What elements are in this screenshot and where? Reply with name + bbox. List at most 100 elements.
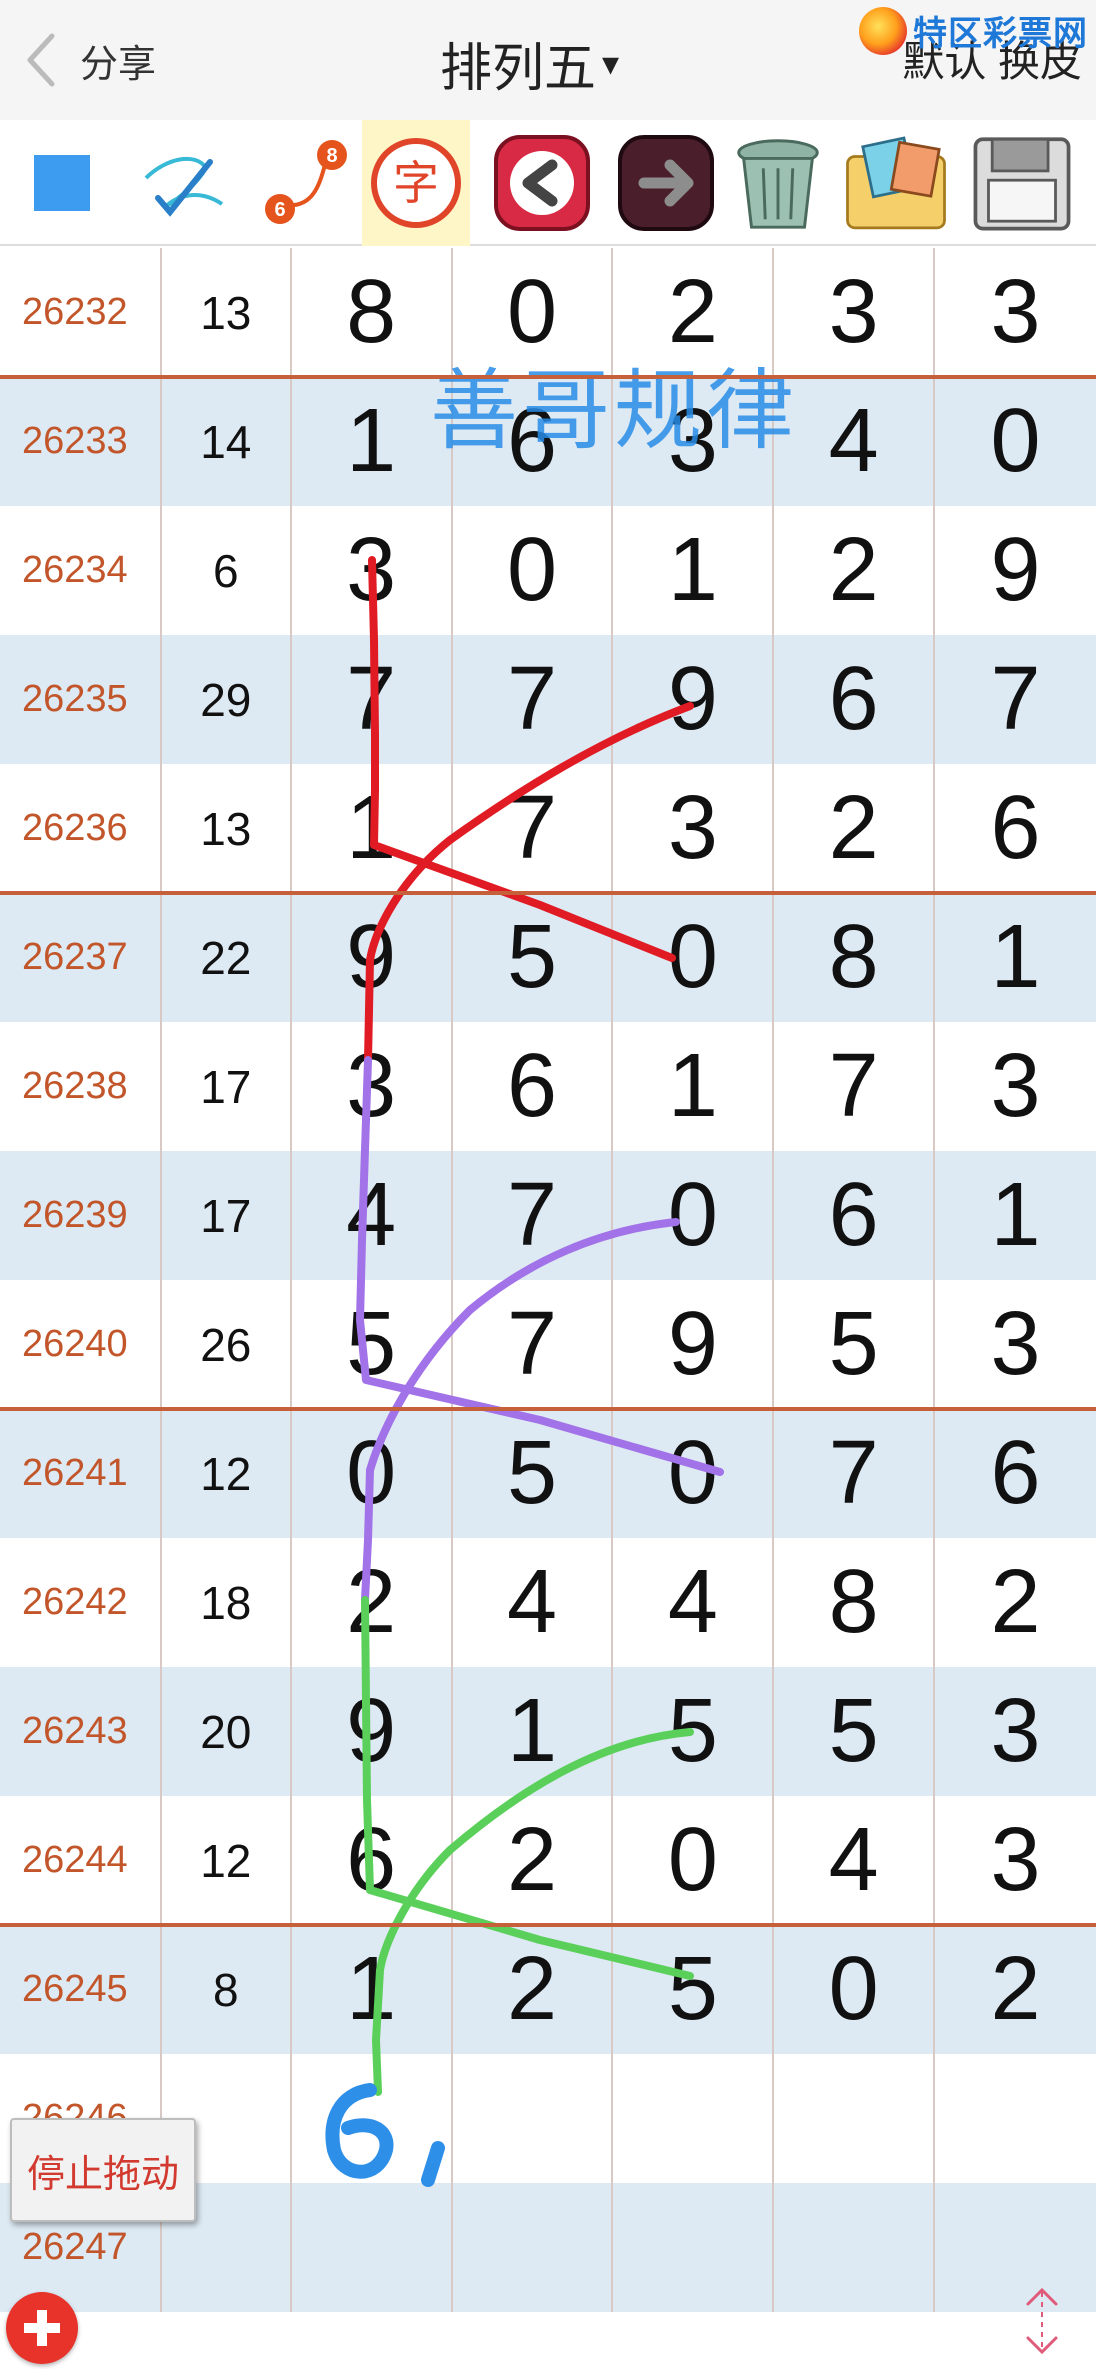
digit-cell[interactable]: 4 — [453, 1538, 614, 1667]
digit-cell[interactable]: 1 — [935, 893, 1096, 1022]
digit-cell[interactable]: 4 — [292, 1151, 453, 1280]
digit-cell[interactable] — [935, 2054, 1096, 2183]
digit-cell[interactable]: 5 — [774, 1667, 936, 1796]
digit-cell[interactable]: 3 — [292, 506, 453, 635]
digit-cell[interactable]: 9 — [613, 1280, 775, 1409]
digit-cell[interactable] — [774, 2054, 936, 2183]
stop-drag-button[interactable]: 停止拖动 — [10, 2118, 196, 2222]
digit-cell[interactable]: 1 — [613, 1022, 775, 1151]
digit-cell[interactable]: 5 — [613, 1925, 775, 2054]
digit-cell[interactable]: 7 — [292, 635, 453, 764]
digit-cell[interactable]: 2 — [774, 764, 936, 893]
digit-cell[interactable]: 5 — [292, 1280, 453, 1409]
digit-cell[interactable]: 9 — [292, 893, 453, 1022]
digit-cell[interactable]: 7 — [453, 1151, 614, 1280]
digit-cell[interactable]: 6 — [935, 764, 1096, 893]
sum-cell: 17 — [162, 1151, 292, 1280]
digit-cell[interactable]: 1 — [292, 1925, 453, 2054]
digit-cell[interactable]: 0 — [613, 1409, 775, 1538]
digit-cell[interactable] — [292, 2183, 453, 2312]
digit-cell[interactable]: 8 — [292, 248, 453, 377]
digit-cell[interactable]: 7 — [774, 1022, 936, 1151]
digit-cell[interactable]: 7 — [774, 1409, 936, 1538]
digit-cell[interactable]: 0 — [453, 506, 614, 635]
digit-cell[interactable]: 4 — [774, 377, 936, 506]
digit-cell[interactable] — [613, 2054, 775, 2183]
digit-cell[interactable]: 6 — [935, 1409, 1096, 1538]
digit-cell[interactable]: 2 — [774, 506, 936, 635]
clear-button[interactable] — [724, 120, 832, 246]
digit-cell[interactable]: 2 — [935, 1925, 1096, 2054]
digit-cell[interactable]: 6 — [453, 1022, 614, 1151]
digit-cell[interactable]: 5 — [613, 1667, 775, 1796]
digit-cell[interactable]: 5 — [453, 893, 614, 1022]
digit-cell[interactable]: 2 — [935, 1538, 1096, 1667]
add-button[interactable] — [6, 2292, 78, 2364]
digit-cell[interactable]: 5 — [453, 1409, 614, 1538]
digit-cell[interactable]: 6 — [774, 635, 936, 764]
digit-cell[interactable]: 3 — [613, 764, 775, 893]
digit-cell[interactable]: 0 — [453, 248, 614, 377]
digit-cell[interactable] — [453, 2054, 614, 2183]
undo-arrow-icon — [494, 135, 590, 231]
digit-cell[interactable]: 2 — [292, 1538, 453, 1667]
digit-cell[interactable]: 4 — [613, 1538, 775, 1667]
digit-cell[interactable]: 3 — [613, 377, 775, 506]
digit-cell[interactable]: 8 — [774, 1538, 936, 1667]
digit-cell[interactable]: 0 — [935, 377, 1096, 506]
digit-cell[interactable] — [774, 2183, 936, 2312]
digit-cell[interactable]: 7 — [453, 1280, 614, 1409]
text-tool-button[interactable]: 字 — [362, 120, 470, 246]
digit-cell[interactable]: 8 — [774, 893, 936, 1022]
digit-cell[interactable]: 7 — [453, 635, 614, 764]
digit-cell[interactable]: 3 — [935, 1796, 1096, 1925]
digit-cell[interactable] — [453, 2183, 614, 2312]
save-button[interactable] — [968, 120, 1076, 246]
digit-cell[interactable]: 1 — [613, 506, 775, 635]
digit-cell[interactable]: 2 — [613, 248, 775, 377]
digit-cell[interactable]: 6 — [453, 377, 614, 506]
digit-cell[interactable]: 3 — [774, 248, 936, 377]
chevron-left-icon — [27, 33, 55, 87]
digit-cell[interactable] — [613, 2183, 775, 2312]
digit-cell[interactable]: 9 — [613, 635, 775, 764]
digit-cell[interactable]: 3 — [935, 1667, 1096, 1796]
theme-switch-button[interactable]: 默认 换皮 — [902, 28, 1082, 89]
digit-cell[interactable]: 0 — [613, 893, 775, 1022]
issue-number-cell: 26235 — [0, 635, 162, 764]
share-back-button[interactable]: 分享 — [20, 18, 200, 102]
digit-cell[interactable]: 5 — [774, 1280, 936, 1409]
digit-cell[interactable]: 9 — [292, 1667, 453, 1796]
pen-tool-button[interactable] — [130, 120, 238, 246]
gallery-button[interactable] — [842, 120, 950, 246]
color-picker-button[interactable] — [8, 120, 116, 246]
digit-cell[interactable] — [292, 2054, 453, 2183]
digit-cell[interactable]: 3 — [292, 1022, 453, 1151]
redo-button[interactable] — [612, 120, 720, 246]
undo-button[interactable] — [488, 120, 596, 246]
digit-cell[interactable]: 1 — [292, 764, 453, 893]
digit-cell[interactable]: 7 — [935, 635, 1096, 764]
digit-cell[interactable]: 0 — [774, 1925, 936, 2054]
digit-cell[interactable]: 0 — [613, 1151, 775, 1280]
connect-tool-button[interactable]: 8 6 — [250, 120, 358, 246]
digit-cell[interactable]: 1 — [453, 1667, 614, 1796]
digit-cell[interactable]: 3 — [935, 248, 1096, 377]
digit-cell[interactable]: 3 — [935, 1280, 1096, 1409]
digit-cell[interactable]: 3 — [935, 1022, 1096, 1151]
digit-cell[interactable]: 1 — [292, 377, 453, 506]
digit-cell[interactable]: 7 — [453, 764, 614, 893]
digit-cell[interactable]: 0 — [292, 1409, 453, 1538]
digit-cell[interactable]: 0 — [613, 1796, 775, 1925]
digit-cell[interactable]: 4 — [774, 1796, 936, 1925]
digit-cell[interactable]: 2 — [453, 1925, 614, 2054]
digit-cell[interactable] — [935, 2183, 1096, 2312]
lottery-type-selector[interactable]: 排列五 ▾ — [440, 26, 619, 101]
digit-cell[interactable]: 9 — [935, 506, 1096, 635]
scroll-arrows-icon[interactable] — [1020, 2282, 1064, 2360]
digit-cell[interactable]: 6 — [292, 1796, 453, 1925]
digit-cell[interactable]: 6 — [774, 1151, 936, 1280]
digit-cell[interactable]: 1 — [935, 1151, 1096, 1280]
digit-cell[interactable]: 2 — [453, 1796, 614, 1925]
photos-folder-icon — [846, 136, 946, 230]
